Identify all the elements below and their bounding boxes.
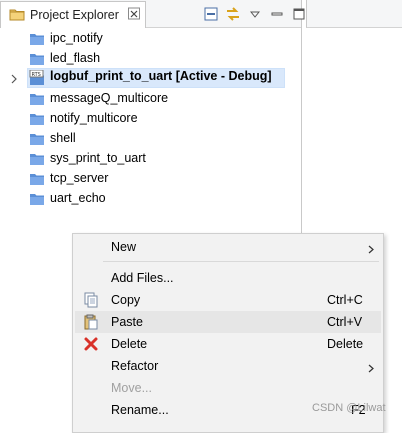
tree-item[interactable]: tcp_server: [0, 170, 300, 189]
folder-icon: [29, 92, 45, 106]
tree-item-label: tcp_server: [50, 171, 109, 185]
folder-icon: [29, 32, 45, 46]
menu-item-label: Rename...: [111, 403, 169, 417]
copy-icon: [83, 292, 99, 308]
menu-item-delete[interactable]: Delete Delete: [75, 333, 381, 355]
menu-item-label: Add Files...: [111, 271, 174, 285]
close-icon[interactable]: [128, 7, 140, 20]
menu-item-label: Refactor: [111, 359, 159, 373]
menu-item-label: Delete: [111, 337, 148, 351]
collapse-all-icon[interactable]: [203, 6, 219, 22]
tree-item[interactable]: notify_multicore: [0, 110, 300, 129]
tab-project-explorer[interactable]: Project Explorer: [0, 1, 146, 28]
tree-item[interactable]: uart_echo: [0, 190, 300, 209]
tree-item[interactable]: led_flash: [0, 50, 300, 69]
menu-item-shortcut: Ctrl+V: [327, 315, 363, 329]
rts-project-icon: RTS: [29, 69, 45, 85]
tree-item[interactable]: sys_print_to_uart: [0, 150, 300, 169]
folder-icon: [29, 52, 45, 66]
watermark-text: CSDN @Lilwat: [312, 402, 386, 414]
minimize-icon[interactable]: [269, 6, 285, 22]
view-toolbar: [203, 5, 307, 23]
menu-item-shortcut: Ctrl+C: [327, 293, 363, 307]
tree-item-selected[interactable]: RTS logbuf_print_to_uart [Active - Debug…: [0, 68, 300, 88]
folder-icon: [29, 132, 45, 146]
view-tab-bar: Project Explorer: [0, 0, 305, 28]
chevron-right-icon: [368, 243, 374, 254]
tree-item-label: uart_echo: [50, 191, 106, 205]
menu-item-paste[interactable]: Paste Ctrl+V: [75, 311, 381, 333]
view-menu-icon[interactable]: [247, 6, 263, 22]
tree-item[interactable]: ipc_notify: [0, 30, 300, 49]
paste-icon: [83, 314, 99, 330]
tree-item-label: logbuf_print_to_uart [Active - Debug]: [50, 69, 272, 83]
menu-item-new[interactable]: New: [75, 236, 381, 258]
folder-icon: [29, 192, 45, 206]
menu-item-label: Copy: [111, 293, 141, 307]
link-with-editor-icon[interactable]: [225, 6, 241, 22]
folder-icon: [29, 152, 45, 166]
tree-item-label: sys_print_to_uart: [50, 151, 146, 165]
tree-item-label: messageQ_multicore: [50, 91, 169, 105]
tree-item-label: led_flash: [50, 51, 101, 65]
tree-item-label: shell: [50, 131, 76, 145]
tree-item-label: ipc_notify: [50, 31, 103, 45]
chevron-right-icon[interactable]: [10, 73, 18, 84]
folder-icon: [29, 112, 45, 126]
chevron-right-icon: [368, 362, 374, 373]
menu-item-copy[interactable]: Copy Ctrl+C: [75, 289, 381, 311]
menu-item-shortcut: Delete: [327, 337, 364, 351]
maximize-icon[interactable]: [291, 6, 307, 22]
tree-item-label: notify_multicore: [50, 111, 138, 125]
menu-item-add-files[interactable]: Add Files...: [75, 267, 381, 289]
tree-item[interactable]: messageQ_multicore: [0, 90, 300, 109]
svg-text:RTS: RTS: [32, 72, 41, 78]
menu-item-refactor[interactable]: Refactor: [75, 355, 381, 377]
menu-item-label: New: [111, 240, 137, 254]
menu-item-label: Paste: [111, 315, 143, 329]
folder-icon: [29, 172, 45, 186]
delete-icon: [83, 336, 99, 352]
editor-tab-bar: [306, 0, 402, 28]
menu-item-move: Move...: [75, 377, 381, 399]
tree-item[interactable]: shell: [0, 130, 300, 149]
menu-separator: [103, 261, 379, 262]
folder-icon: [9, 7, 25, 24]
tab-title: Project Explorer: [30, 8, 119, 22]
menu-item-label: Move...: [111, 381, 152, 395]
